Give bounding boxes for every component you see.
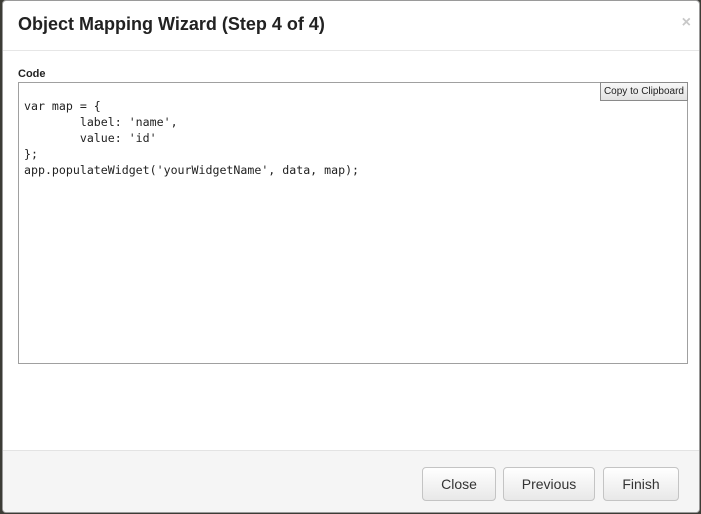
code-line: value: 'id' [24,131,157,145]
code-box[interactable]: var map = { label: 'name', value: 'id'};… [18,82,688,364]
copy-to-clipboard-button[interactable]: Copy to Clipboard [599,82,688,101]
code-line: label: 'name', [24,115,178,129]
close-icon[interactable]: × [682,15,691,31]
code-line: app.populateWidget('yourWidgetName', dat… [24,163,360,177]
dialog-body: Code var map = { label: 'name', value: '… [3,51,699,451]
code-label: Code [18,68,46,80]
dialog-header: Object Mapping Wizard (Step 4 of 4) × [3,1,699,51]
code-text: var map = { label: 'name', value: 'id'};… [24,98,359,178]
object-mapping-wizard-dialog: Object Mapping Wizard (Step 4 of 4) × Co… [2,0,700,513]
finish-button[interactable]: Finish [603,467,679,501]
previous-button[interactable]: Previous [503,467,595,501]
dialog-footer: Close Previous Finish [3,450,699,512]
close-button[interactable]: Close [422,467,496,501]
code-line: var map = { [24,99,101,113]
dialog-title: Object Mapping Wizard (Step 4 of 4) [18,14,325,34]
code-line: }; [24,147,38,161]
